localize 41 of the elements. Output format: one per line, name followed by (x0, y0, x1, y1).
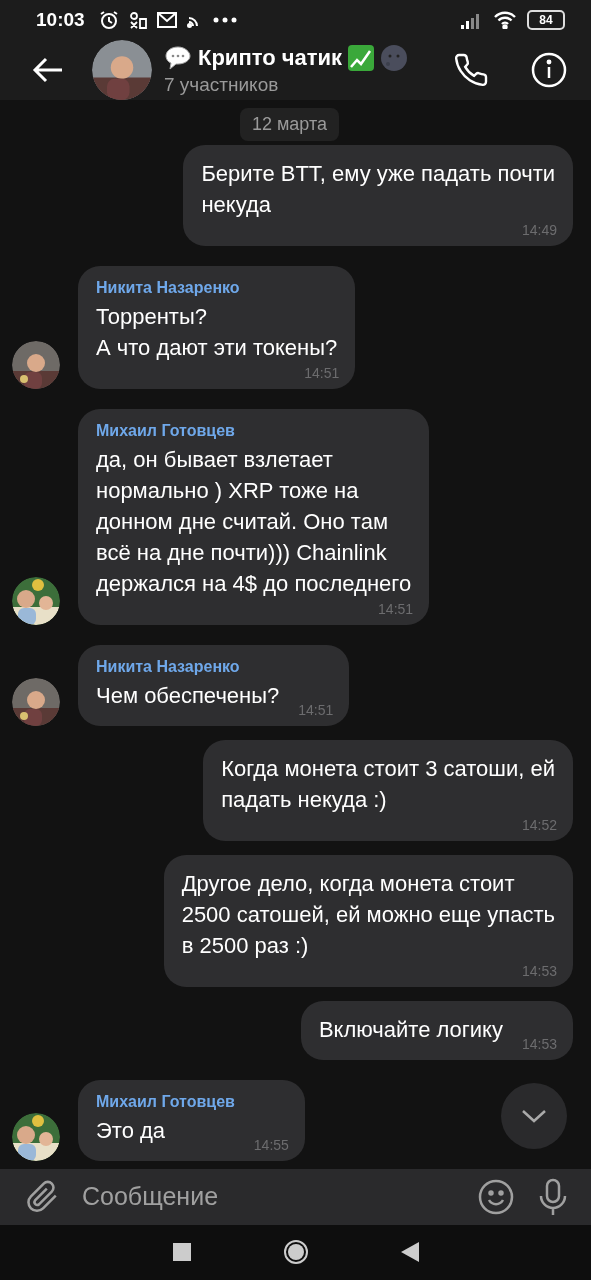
message-text: Торренты? А что дают эти токены? (96, 302, 338, 362)
back-icon[interactable] (400, 1242, 419, 1263)
message-time: 14:49 (521, 221, 557, 238)
message-time: 14:55 (253, 1136, 289, 1153)
recents-icon[interactable] (172, 1243, 191, 1262)
message-text: Берите BTT, ему уже падать почти некуда (201, 159, 555, 219)
date-label: 12 марта (239, 107, 340, 141)
sender-name: Михаил Готовцев (96, 421, 236, 440)
message-text: Когда монета стоит 3 сатоши, ей падать некуда :) (221, 754, 555, 814)
clock: 10:03 (36, 8, 85, 31)
sender-name: Никита Назаренко (96, 657, 241, 676)
microphone-icon[interactable] (537, 1177, 569, 1216)
message-time: 14:53 (521, 962, 557, 979)
message-time: 14:51 (378, 600, 414, 617)
wifi-icon (493, 10, 517, 29)
message-text: Это да (96, 1116, 167, 1145)
chevron-down-icon (521, 1108, 547, 1123)
more-icon (212, 16, 237, 23)
battery-indicator: 84 (527, 9, 565, 30)
message-time: 14:52 (521, 816, 557, 833)
message-time: 14:51 (298, 701, 334, 718)
chat-title[interactable]: Крипто чатик (198, 44, 343, 71)
message-text: Другое дело, когда монета стоит 2500 сатошей, ей можно еще упасть в 2500 раз :) (181, 869, 555, 960)
speech-bubble-icon (164, 44, 192, 71)
smiley-icon[interactable] (477, 1177, 515, 1216)
moon-icon (380, 43, 409, 72)
member-count: 7 участников (164, 73, 280, 96)
mail-icon (156, 11, 177, 28)
attach-icon[interactable] (26, 1178, 60, 1215)
home-icon[interactable] (282, 1239, 309, 1266)
message-text: да, он бывает взлетает нормально ) XRP тоже на донном дне считай. Оно там всё на дне почти))) Chainlink держался на 4$ до последнего (96, 445, 412, 598)
message-text: Включайте логику (318, 1015, 503, 1044)
message-time: 14:51 (304, 364, 340, 381)
notification-icon (128, 10, 147, 29)
sender-name: Никита Назаренко (96, 278, 241, 297)
sender-name: Михаил Готовцев (96, 1092, 235, 1111)
chart-icon (348, 44, 375, 71)
message-composer[interactable]: Сообщение (0, 1168, 591, 1225)
message-time: 14:53 (521, 1035, 557, 1052)
message-text: Чем обеспечены? (96, 681, 280, 710)
alarm-icon (98, 9, 119, 30)
